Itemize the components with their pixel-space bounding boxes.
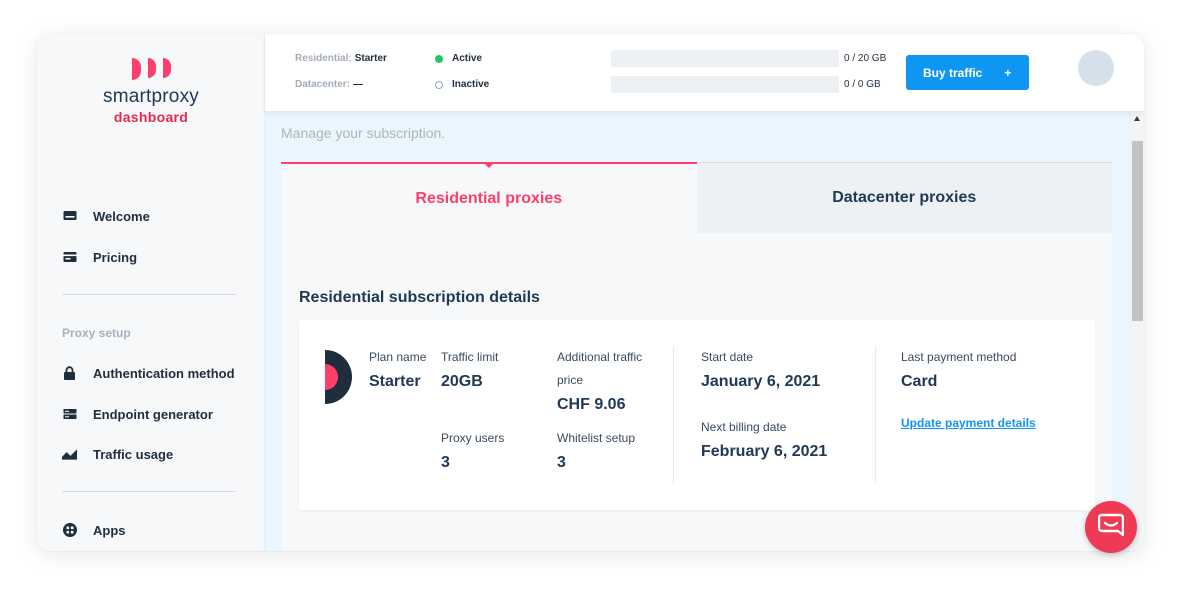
scrollbar-thumb[interactable] <box>1132 141 1143 321</box>
update-payment-link[interactable]: Update payment details <box>901 416 1036 430</box>
column-divider <box>875 346 876 484</box>
sidebar-item-label: Pricing <box>93 249 138 265</box>
additional-traffic-label-price: price <box>557 373 584 387</box>
tab-datacenter-proxies[interactable]: Datacenter proxies <box>696 162 1112 233</box>
whitelist-value: 3 <box>557 454 566 471</box>
whitelist-label: Whitelist setup <box>557 431 636 445</box>
logo-name: smartproxy <box>103 86 199 107</box>
sidebar-item-apps[interactable]: Apps <box>62 519 126 541</box>
start-date-value: January 6, 2021 <box>701 373 821 390</box>
sidebar-item-label: Apps <box>93 522 126 538</box>
subscription-details-card: Plan name Starter Traffic limit 20GB Add… <box>299 320 1095 510</box>
chart-icon <box>62 447 77 462</box>
plan-name-label: Plan name <box>369 350 427 364</box>
residential-usage-text: 0 / 20 GB <box>844 53 887 64</box>
avatar[interactable] <box>1078 50 1114 86</box>
sidebar-item-label: Welcome <box>93 208 150 224</box>
datacenter-plan: Datacenter: — <box>295 79 363 90</box>
sidebar-divider <box>62 294 236 295</box>
apps-icon <box>62 523 77 538</box>
chat-button[interactable] <box>1085 501 1137 553</box>
datacenter-status: Inactive <box>435 79 489 90</box>
additional-traffic-value: CHF 9.06 <box>557 396 626 413</box>
card-icon <box>62 250 77 265</box>
plan-icon <box>325 350 353 409</box>
datacenter-usage-text: 0 / 0 GB <box>844 79 881 90</box>
tab-panel: Residential subscription details Plan na… <box>281 233 1112 551</box>
lock-icon <box>62 366 77 381</box>
sidebar-item-label: Authentication method <box>93 365 235 381</box>
section-title: Residential subscription details <box>299 289 540 306</box>
datacenter-status-text: Inactive <box>452 79 490 90</box>
app-window: smartproxy dashboard Welcome Pricing Pro… <box>37 34 1144 551</box>
monitor-icon <box>62 209 77 224</box>
residential-plan: Residential: Starter <box>295 53 387 64</box>
sidebar-item-traffic-usage[interactable]: Traffic usage <box>62 443 173 465</box>
proxy-users-value: 3 <box>441 454 450 471</box>
scrollbar[interactable] <box>1131 112 1144 551</box>
buy-traffic-label: Buy traffic <box>923 65 983 80</box>
sidebar-item-endpoint-generator[interactable]: Endpoint generator <box>62 403 213 425</box>
residential-label: Residential: <box>295 53 352 64</box>
sidebar-item-welcome[interactable]: Welcome <box>62 205 150 227</box>
proxy-tabs: Residential proxies Datacenter proxies <box>281 162 1112 233</box>
payment-method-value: Card <box>901 373 938 390</box>
sidebar-item-pricing[interactable]: Pricing <box>62 246 137 268</box>
top-header: Residential: Starter Datacenter: — Active … <box>265 34 1144 112</box>
start-date-label: Start date <box>701 350 754 364</box>
sidebar-item-label: Endpoint generator <box>93 406 213 422</box>
logo-subtitle: dashboard <box>113 109 189 125</box>
payment-method-label: Last payment method <box>901 350 1017 364</box>
next-billing-value: February 6, 2021 <box>701 443 828 460</box>
traffic-limit-value: 20GB <box>441 373 483 390</box>
server-icon <box>62 407 77 422</box>
traffic-limit-label: Traffic limit <box>441 350 499 364</box>
sidebar-item-authentication[interactable]: Authentication method <box>62 362 235 384</box>
residential-status-text: Active <box>452 53 483 64</box>
sidebar: smartproxy dashboard Welcome Pricing Pro… <box>37 34 265 551</box>
sidebar-divider <box>62 491 236 492</box>
page-title-partial <box>281 112 491 122</box>
chat-bubble-icon <box>1097 512 1125 543</box>
proxy-users-label: Proxy users <box>441 431 505 445</box>
tab-residential-proxies[interactable]: Residential proxies <box>281 162 697 233</box>
scroll-up-arrow-icon[interactable] <box>1134 116 1140 121</box>
datacenter-usage-bar <box>611 76 839 93</box>
active-dot-icon <box>435 54 443 63</box>
next-billing-label: Next billing date <box>701 420 787 434</box>
residential-status: Active <box>435 53 482 64</box>
logo-mark-icon <box>37 58 265 80</box>
additional-traffic-label: Additional traffic <box>557 350 643 364</box>
page-subtitle: Manage your subscription. <box>281 125 446 141</box>
logo[interactable]: smartproxy dashboard <box>37 58 265 125</box>
plan-name-value: Starter <box>369 373 421 390</box>
datacenter-label: Datacenter: <box>295 79 351 90</box>
buy-traffic-button[interactable]: Buy traffic + <box>906 55 1029 90</box>
plus-icon: + <box>1004 65 1012 80</box>
column-divider <box>673 346 674 484</box>
sidebar-section-label: Proxy setup <box>62 326 131 340</box>
main-content: Manage your subscription. Residential pr… <box>265 112 1131 551</box>
inactive-dot-icon <box>435 80 443 89</box>
sidebar-item-label: Traffic usage <box>93 446 174 462</box>
residential-usage-bar <box>611 50 839 67</box>
residential-plan-name: Starter <box>354 53 387 64</box>
datacenter-plan-name: — <box>353 79 364 90</box>
